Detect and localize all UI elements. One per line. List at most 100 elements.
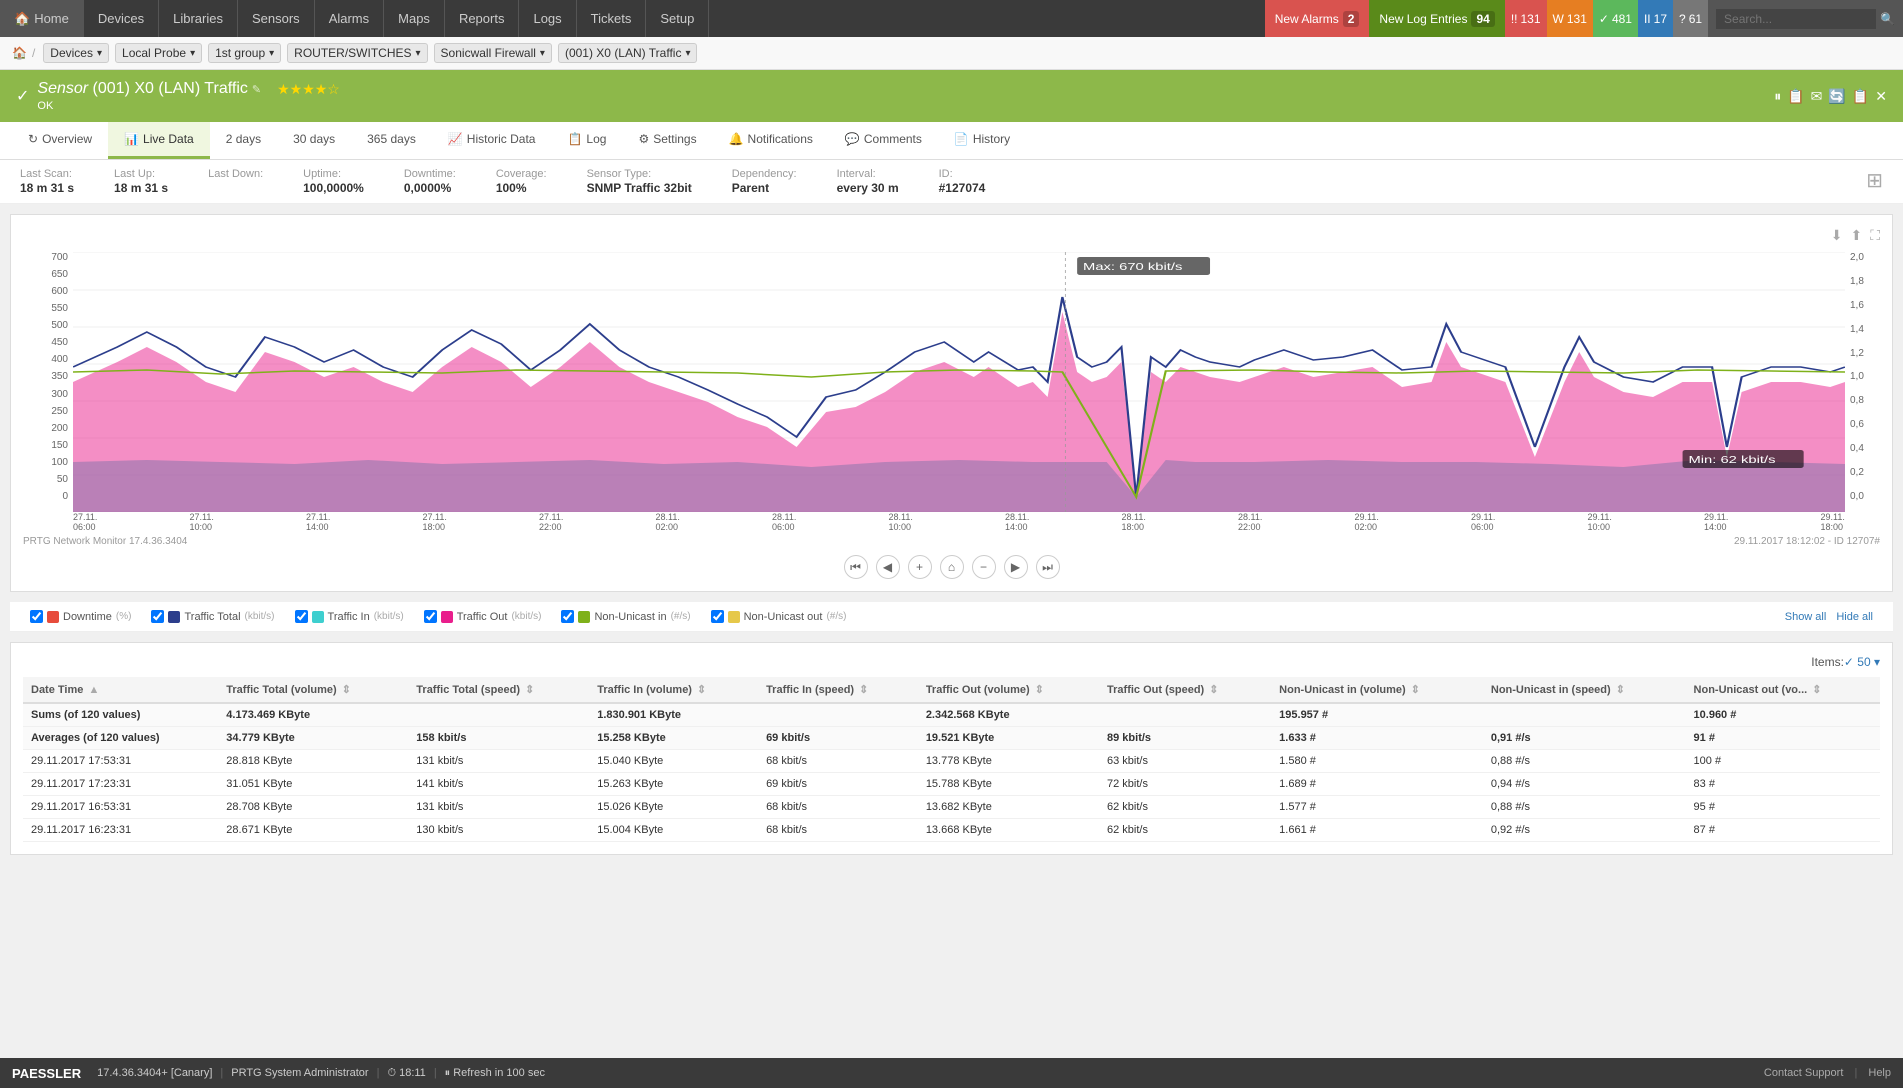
tab-2-days[interactable]: 2 days [210,122,277,159]
tab-live-data[interactable]: 📊 Live Data [108,122,210,159]
status-ok[interactable]: ✓ 481 [1593,0,1638,37]
bc-sensor[interactable]: (001) X0 (LAN) Traffic ▾ [558,43,698,63]
traffic-total-checkbox[interactable] [151,610,164,623]
non-unicast-out-checkbox[interactable] [711,610,724,623]
legend-traffic-out[interactable]: Traffic Out (kbit/s) [424,610,542,623]
tab-notifications[interactable]: 🔔 Notifications [713,122,829,159]
status-errors[interactable]: !! 131 [1505,0,1547,37]
traffic-total-color [168,611,180,623]
edit-icon[interactable]: ✎ [252,83,261,96]
nav-first-btn[interactable]: ⏮ [844,555,868,579]
col-non-unicast-out-vol[interactable]: Non-Unicast out (vo... ⇕ [1686,677,1880,703]
col-traffic-out-spd[interactable]: Traffic Out (speed) ⇕ [1099,677,1271,703]
nav-alarms[interactable]: Alarms [315,0,384,37]
nav-home-chart-btn[interactable]: ⌂ [940,555,964,579]
nav-maps-label: Maps [398,11,430,26]
col-traffic-in-spd[interactable]: Traffic In (speed) ⇕ [758,677,918,703]
bc-devices[interactable]: Devices ▾ [43,43,109,63]
items-per-page-dropdown[interactable]: ✓ 50 ▾ [1844,655,1880,669]
nav-libraries[interactable]: Libraries [159,0,238,37]
non-unicast-in-color [578,611,590,623]
close-icon[interactable]: ✕ [1875,88,1887,105]
bc-1st-group[interactable]: 1st group ▾ [208,43,281,63]
stat-uptime: Uptime: 100,0000% [303,168,364,195]
status-warnings[interactable]: W 131 [1547,0,1593,37]
nav-setup[interactable]: Setup [646,0,709,37]
table-row: 29.11.2017 17:53:31 28.818 KByte 131 kbi… [23,750,1880,773]
tab-overview[interactable]: ↻ Overview [12,122,108,159]
contact-support-link[interactable]: Contact Support [1764,1067,1844,1079]
nav-prev-btn[interactable]: ◀ [876,555,900,579]
nav-devices[interactable]: Devices [84,0,159,37]
pause-icon[interactable]: ⏸ [1774,88,1781,105]
hide-all-link[interactable]: Hide all [1836,611,1873,623]
data-table: Date Time ▲ Traffic Total (volume) ⇕ Tra… [23,677,1880,842]
help-link[interactable]: Help [1868,1067,1891,1079]
tab-30-days[interactable]: 30 days [277,122,351,159]
bc-sonicwall[interactable]: Sonicwall Firewall ▾ [434,43,552,63]
col-traffic-total-spd[interactable]: Traffic Total (speed) ⇕ [408,677,589,703]
nav-next-btn[interactable]: ▶ [1004,555,1028,579]
downtime-checkbox[interactable] [30,610,43,623]
last-scan-label: Last Scan: [20,168,74,180]
legend-downtime[interactable]: Downtime (%) [30,610,131,623]
bc-home[interactable]: 🏠 [12,46,27,60]
table-row: 29.11.2017 16:23:31 28.671 KByte 130 kbi… [23,819,1880,842]
nav-zoom-in-btn[interactable]: + [908,555,932,579]
x-axis-labels: 27.11.06:00 27.11.10:00 27.11.14:00 27.1… [73,502,1845,532]
nav-logs[interactable]: Logs [519,0,576,37]
chart-area: 700 650 600 550 500 450 400 350 300 250 … [23,252,1880,532]
legend-non-unicast-in[interactable]: Non-Unicast in (#/s) [561,610,690,623]
log-icon: 📋 [567,132,582,146]
email-icon[interactable]: ✉ [1811,88,1823,105]
new-log-badge[interactable]: New Log Entries 94 [1369,0,1504,37]
search-input[interactable] [1716,9,1876,29]
copy-icon[interactable]: 📋 [1787,88,1804,105]
historic-icon: 📈 [448,132,463,146]
sensor-type-label: Sensor Type: [587,168,692,180]
col-traffic-in-vol[interactable]: Traffic In (volume) ⇕ [589,677,758,703]
search-icon[interactable]: 🔍 [1880,12,1895,26]
qr-code-icon[interactable]: ⊞ [1866,168,1883,195]
nav-zoom-out-btn[interactable]: − [972,555,996,579]
summary-row-averages: Averages (of 120 values) 34.779 KByte 15… [23,727,1880,750]
nav-sensors[interactable]: Sensors [238,0,315,37]
traffic-out-checkbox[interactable] [424,610,437,623]
status-unknown[interactable]: ? 61 [1673,0,1708,37]
tab-log[interactable]: 📋 Log [551,122,622,159]
upload-icon[interactable]: ⬆ [1850,227,1862,244]
tab-historic-data[interactable]: 📈 Historic Data [432,122,552,159]
nav-maps[interactable]: Maps [384,0,445,37]
non-unicast-in-checkbox[interactable] [561,610,574,623]
col-datetime[interactable]: Date Time ▲ [23,677,218,703]
col-non-unicast-in-vol[interactable]: Non-Unicast in (volume) ⇕ [1271,677,1483,703]
new-alarms-badge[interactable]: New Alarms 2 [1265,0,1370,37]
download-icon[interactable]: ⬇ [1831,227,1843,244]
legend-traffic-in[interactable]: Traffic In (kbit/s) [295,610,404,623]
bc-router-switches[interactable]: ROUTER/SWITCHES ▾ [287,43,427,63]
col-traffic-out-vol[interactable]: Traffic Out (volume) ⇕ [918,677,1099,703]
chart-container: ⬇ ⬆ ⛶ 700 650 600 550 500 450 400 350 30… [10,214,1893,592]
nav-last-btn[interactable]: ⏭ [1036,555,1060,579]
col-traffic-total-vol[interactable]: Traffic Total (volume) ⇕ [218,677,408,703]
sensor-stars[interactable]: ★★★★☆ [277,81,340,98]
legend-non-unicast-out[interactable]: Non-Unicast out (#/s) [711,610,847,623]
bc-local-probe[interactable]: Local Probe ▾ [115,43,202,63]
tab-comments[interactable]: 💬 Comments [829,122,938,159]
nav-home[interactable]: 🏠 Home [0,0,84,37]
traffic-in-checkbox[interactable] [295,610,308,623]
show-all-link[interactable]: Show all [1785,611,1827,623]
tab-365-days[interactable]: 365 days [351,122,432,159]
tab-history[interactable]: 📄 History [938,122,1026,159]
chart-svg: Max: 670 kbit/s Min: 62 kbit/s [73,252,1845,512]
nav-tickets[interactable]: Tickets [577,0,647,37]
nav-reports[interactable]: Reports [445,0,520,37]
fullscreen-icon[interactable]: ⛶ [1870,227,1880,244]
legend-traffic-total[interactable]: Traffic Total (kbit/s) [151,610,274,623]
settings-icon[interactable]: 📋 [1852,88,1869,105]
refresh-icon[interactable]: 🔄 [1828,88,1845,105]
col-non-unicast-in-spd[interactable]: Non-Unicast in (speed) ⇕ [1483,677,1686,703]
tab-settings[interactable]: ⚙ Settings [622,122,712,159]
traffic-in-color [312,611,324,623]
status-paused[interactable]: II 17 [1638,0,1673,37]
